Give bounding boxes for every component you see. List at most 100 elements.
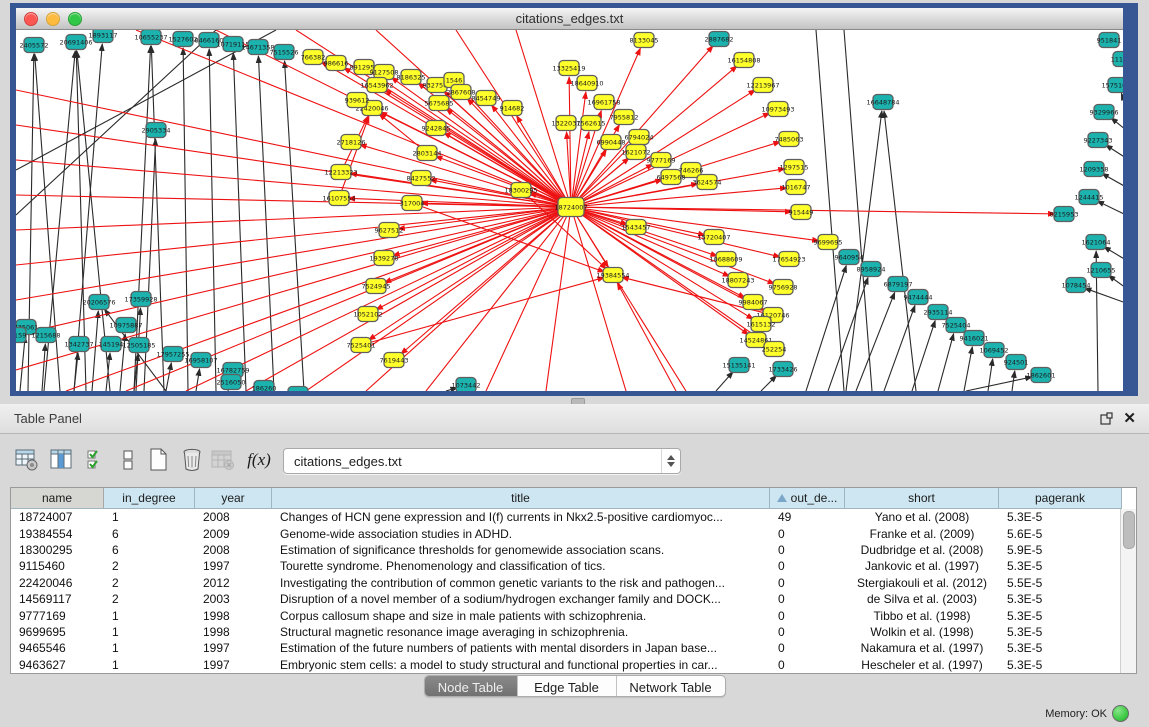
graph-node-label: 1621064 xyxy=(1082,238,1111,246)
table-select-dropdown[interactable]: citations_edges.txt xyxy=(283,448,681,474)
column-header-year[interactable]: year xyxy=(195,488,272,509)
cell-pagerank: 5.3E-5 xyxy=(999,592,1122,606)
cell-pagerank: 5.6E-5 xyxy=(999,527,1122,541)
graph-node-label: 186260 xyxy=(252,384,277,391)
row-selection-icon[interactable] xyxy=(82,444,112,476)
graph-edge xyxy=(306,207,571,391)
table-row[interactable]: 977716911998Corpus callosum shape and si… xyxy=(11,607,1122,623)
cell-short: Nakamura et al. (1997) xyxy=(845,641,999,655)
graph-node-label: 1733426 xyxy=(769,365,798,373)
table-row[interactable]: 2242004622012Investigating the contribut… xyxy=(11,575,1122,591)
column-header-name[interactable]: name xyxy=(11,488,104,509)
graph-node-label: 16961758 xyxy=(587,98,620,106)
network-window-titlebar[interactable]: citations_edges.txt xyxy=(16,8,1123,30)
graph-node-label: 15751074 xyxy=(1101,81,1123,89)
column-header-pagerank[interactable]: pagerank xyxy=(999,488,1122,509)
tab-network-table[interactable]: Network Table xyxy=(617,676,725,697)
graph-edge xyxy=(1102,173,1123,187)
cell-pagerank: 5.3E-5 xyxy=(999,559,1122,573)
table-settings-icon[interactable] xyxy=(12,444,42,476)
cell-short: de Silva et al. (2003) xyxy=(845,592,999,606)
graph-node-label: 766382 xyxy=(301,53,326,61)
cell-in_degree: 6 xyxy=(104,543,195,557)
cell-title: Structural magnetic resonance image aver… xyxy=(272,625,770,639)
graph-node-label: 18724007 xyxy=(554,203,587,211)
cell-title: Changes of HCN gene expression and I(f) … xyxy=(272,510,770,524)
cell-name: 9115460 xyxy=(11,559,104,573)
graph-node-label: 145194 xyxy=(99,340,124,348)
cell-out_de: 0 xyxy=(770,592,845,606)
create-table-icon[interactable] xyxy=(143,444,173,476)
scrollbar-thumb[interactable] xyxy=(1123,511,1135,549)
table-row[interactable]: 946362711997Embryonic stem cells: a mode… xyxy=(11,657,1122,673)
graph-node-label: 9329966 xyxy=(1090,108,1119,116)
cell-pagerank: 5.3E-5 xyxy=(999,658,1122,672)
graph-edge xyxy=(16,90,571,207)
graph-node-label: 17654923 xyxy=(772,255,805,263)
graph-edge xyxy=(339,116,369,198)
tab-edge-table[interactable]: Edge Table xyxy=(518,676,617,697)
table-row[interactable]: 911546021997Tourette syndrome. Phenomeno… xyxy=(11,558,1122,574)
graph-node-label: 1862601 xyxy=(1027,371,1056,379)
graph-node-label: 1893117 xyxy=(89,31,118,39)
column-header-short[interactable]: short xyxy=(845,488,999,509)
table-row[interactable]: 969969511998Structural magnetic resonanc… xyxy=(11,624,1122,640)
graph-node-label: 915449 xyxy=(789,208,814,216)
graph-node-label: 18640910 xyxy=(570,79,603,87)
graph-node-label: 10975887 xyxy=(109,321,142,329)
window-title: citations_edges.txt xyxy=(16,11,1123,26)
tab-node-table[interactable]: Node Table xyxy=(425,676,518,697)
graph-node-label: 939612 xyxy=(345,96,370,104)
cell-short: Dudbridge et al. (2008) xyxy=(845,543,999,557)
graph-node-label: 6497568 xyxy=(657,173,686,181)
table-panel-header: Table Panel ✕ xyxy=(0,404,1149,434)
graph-edge xyxy=(1084,288,1123,303)
table-panel-title: Table Panel xyxy=(14,411,82,426)
table-row[interactable]: 1456911722003Disruption of a novel membe… xyxy=(11,591,1122,607)
status-bar: Memory: OK xyxy=(0,700,1149,727)
graph-node-label: 7485063 xyxy=(775,135,804,143)
float-window-icon[interactable] xyxy=(1100,412,1113,425)
table-row[interactable]: 1830029562008Estimation of significance … xyxy=(11,542,1122,558)
cell-pagerank: 5.9E-5 xyxy=(999,543,1122,557)
cell-name: 19384554 xyxy=(11,527,104,541)
graph-node-label: 17359928 xyxy=(124,295,157,303)
column-header-in_degree[interactable]: in_degree xyxy=(104,488,195,509)
column-header-out_de[interactable]: out_de... xyxy=(770,488,845,509)
graph-edge xyxy=(964,347,972,391)
vertical-scrollbar[interactable] xyxy=(1120,509,1136,673)
cell-in_degree: 6 xyxy=(104,527,195,541)
network-canvas[interactable]: 1872400724055722069140618931171065523715… xyxy=(16,30,1123,391)
graph-edge xyxy=(1121,93,1123,105)
graph-node-label: 39159 xyxy=(16,331,26,339)
cytoscape-app: { "window": { "title": "citations_edges.… xyxy=(0,0,1149,727)
cell-out_de: 0 xyxy=(770,609,845,623)
graph-node-label: 1297515 xyxy=(780,163,809,171)
graph-node-label: 2935114 xyxy=(924,308,953,316)
graph-edge xyxy=(571,207,626,391)
graph-edge xyxy=(285,61,304,391)
graph-node-label: 6990448 xyxy=(597,138,626,146)
cell-title: Investigating the contribution of common… xyxy=(272,576,770,590)
table-row[interactable]: 946554611997Estimation of the future num… xyxy=(11,640,1122,656)
table-row[interactable]: 1872400712008Changes of HCN gene express… xyxy=(11,509,1122,525)
graph-edge xyxy=(183,48,188,391)
rows-icon[interactable] xyxy=(113,444,143,476)
show-column-icon[interactable] xyxy=(47,444,77,476)
citation-network-graph[interactable]: 1872400724055722069140618931171065523715… xyxy=(16,30,1123,391)
import-table-icon[interactable] xyxy=(208,444,238,476)
graph-node-label: 8958924 xyxy=(857,265,886,273)
memory-status-icon[interactable] xyxy=(1112,705,1129,722)
function-builder-icon[interactable]: f(x) xyxy=(244,444,274,476)
cell-in_degree: 2 xyxy=(104,559,195,573)
graph-node-label: 8133045 xyxy=(630,36,659,44)
delete-table-icon[interactable] xyxy=(177,444,207,476)
column-header-title[interactable]: title xyxy=(272,488,770,509)
table-toolbar: f(x) citations_edges.txt xyxy=(0,440,1149,484)
graph-node-label: 2718126 xyxy=(337,138,366,146)
graph-node-label: 1342737 xyxy=(65,340,94,348)
table-row[interactable]: 1938455462009Genome-wide association stu… xyxy=(11,525,1122,541)
cell-short: Stergiakouli et al. (2012) xyxy=(845,576,999,590)
dropdown-stepper-icon[interactable] xyxy=(661,449,680,473)
close-panel-icon[interactable]: ✕ xyxy=(1123,409,1136,427)
